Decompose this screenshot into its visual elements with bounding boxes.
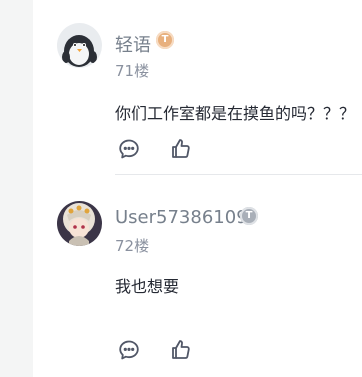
thumbs-up-icon[interactable] xyxy=(169,137,193,161)
penguin-avatar-icon[interactable] xyxy=(57,23,102,68)
comment-item: 轻语 T 71楼 你们工作室都是在摸鱼的吗？？？ xyxy=(33,0,362,175)
thumbs-up-icon[interactable] xyxy=(169,338,193,362)
level-badge-icon: T xyxy=(240,207,258,225)
floor-number: 72楼 xyxy=(115,237,150,255)
comment-bubble-icon[interactable] xyxy=(117,338,141,362)
anime-character-avatar-icon[interactable] xyxy=(57,201,102,246)
comment-list: 轻语 T 71楼 你们工作室都是在摸鱼的吗？？？ User57386109 T … xyxy=(33,0,362,377)
comment-bubble-icon[interactable] xyxy=(117,137,141,161)
author-name[interactable]: 轻语 xyxy=(115,31,151,57)
comment-text: 你们工作室都是在摸鱼的吗？？？ xyxy=(115,104,356,123)
comment-text: 我也想要 xyxy=(115,277,180,296)
level-badge-icon: T xyxy=(156,31,174,49)
floor-number: 71楼 xyxy=(115,62,150,80)
author-name[interactable]: User57386109 xyxy=(115,207,248,228)
comment-item: User57386109 T 72楼 我也想要 xyxy=(33,175,362,377)
